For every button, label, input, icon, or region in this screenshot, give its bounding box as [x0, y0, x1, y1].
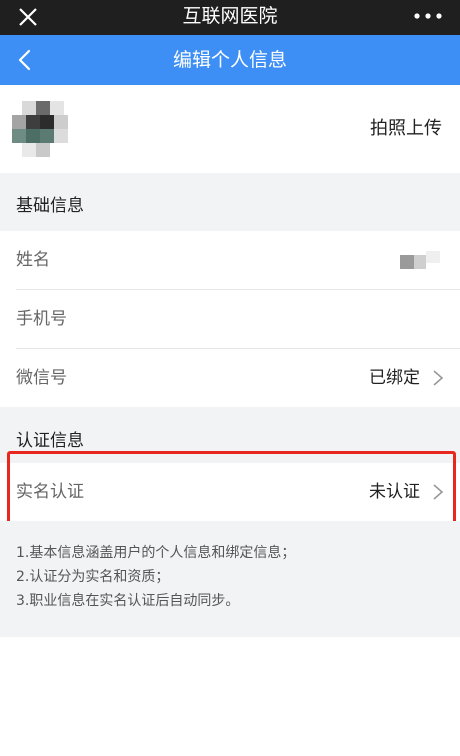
name-label: 姓名 [16, 250, 50, 270]
phone-label: 手机号 [16, 309, 67, 329]
window-title-bar: 互联网医院 [0, 0, 460, 35]
note-line: 2.认证分为实名和资质； [16, 569, 170, 585]
avatar[interactable] [12, 95, 68, 165]
wechat-row[interactable]: 微信号 已绑定 [0, 349, 460, 407]
chevron-right-icon [433, 370, 444, 386]
note-line: 3.职业信息在实名认证后自动同步。 [16, 593, 240, 609]
upload-photo-button[interactable]: 拍照上传 [370, 117, 442, 141]
section-title-basic: 基础信息 [16, 196, 84, 216]
note-line: 1.基本信息涵盖用户的个人信息和绑定信息； [16, 545, 296, 561]
wechat-label: 微信号 [16, 368, 67, 388]
notes: 1.基本信息涵盖用户的个人信息和绑定信息； 2.认证分为实名和资质； 3.职业信… [16, 541, 295, 613]
avatar-row[interactable]: 拍照上传 [0, 85, 460, 173]
more-icon[interactable] [410, 3, 446, 29]
nav-bar: 编辑个人信息 [0, 35, 460, 85]
wechat-status: 已绑定 [369, 368, 420, 388]
basic-section-header: 基础信息 [0, 173, 460, 231]
window-title: 互联网医院 [182, 5, 278, 27]
name-row[interactable]: 姓名 [0, 231, 460, 289]
phone-row[interactable]: 手机号 [0, 290, 460, 348]
section-title-auth: 认证信息 [16, 431, 84, 451]
name-blurred-value [400, 251, 440, 269]
page-title: 编辑个人信息 [172, 49, 287, 71]
